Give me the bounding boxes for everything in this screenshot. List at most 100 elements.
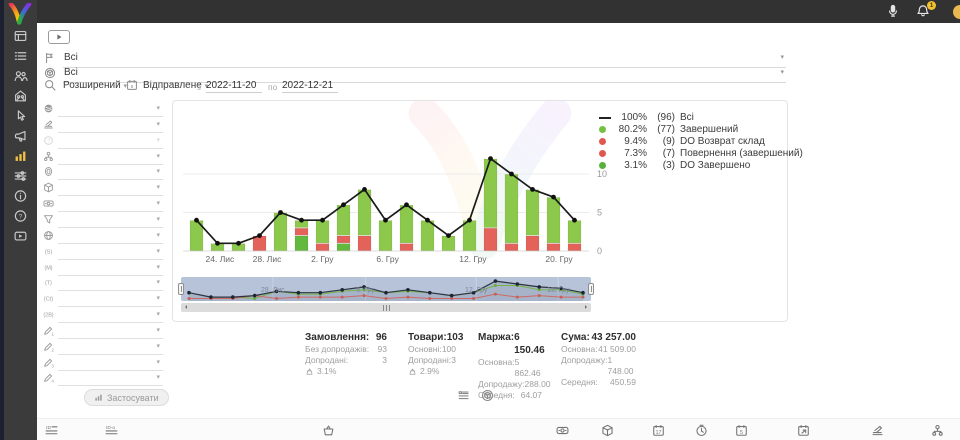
line-point[interactable]	[530, 187, 535, 192]
toolbar-id-card-icon[interactable]: ID-o	[105, 424, 118, 437]
bar-segment[interactable]	[463, 221, 476, 251]
toolbar-eye-badge-icon[interactable]	[556, 424, 569, 437]
date-from-input[interactable]: 2022-11-20	[206, 80, 262, 93]
filter-globe[interactable]: ▾	[43, 230, 165, 244]
line-point[interactable]	[551, 195, 556, 200]
bar-segment[interactable]	[337, 205, 350, 235]
bar-segment[interactable]	[400, 244, 413, 251]
bar-segment[interactable]	[295, 228, 308, 235]
toolbar-basket-icon[interactable]	[322, 424, 335, 437]
bar-segment[interactable]	[547, 244, 560, 251]
date-to-input[interactable]: 2022-12-21	[282, 80, 338, 93]
bar-segment[interactable]	[484, 228, 497, 250]
line-point[interactable]	[194, 218, 199, 223]
line-point[interactable]	[236, 241, 241, 246]
filter-pencil-4[interactable]: 4▾	[43, 372, 165, 386]
bar-segment[interactable]	[316, 221, 329, 243]
sidebar-item-support[interactable]: ?	[12, 209, 29, 223]
sidebar-item-panel[interactable]	[12, 29, 29, 43]
line-point[interactable]	[341, 202, 346, 207]
minimap-right-handle[interactable]	[588, 283, 594, 295]
sidebar-item-video[interactable]	[12, 229, 29, 243]
bar-segment[interactable]	[568, 221, 581, 243]
toolbar-stamp-icon[interactable]	[871, 424, 884, 437]
legend-item[interactable]: 7.3%(7)Повернення (завершений)	[599, 147, 803, 159]
toolbar-package-icon[interactable]	[601, 424, 614, 437]
bell-icon[interactable]: 1	[916, 4, 930, 18]
sidebar-item-store[interactable]	[12, 89, 29, 103]
filter-field-s[interactable]: {S}▾	[43, 246, 165, 260]
search-mode-select[interactable]: Розширений ▾	[63, 80, 127, 91]
toolbar-id-list-icon[interactable]: ID	[45, 424, 58, 437]
scroll-right-arrow[interactable]	[582, 303, 591, 312]
filter-field-2b[interactable]: {2B}▾	[43, 309, 165, 323]
filter-planet[interactable]: ▾	[43, 103, 165, 117]
bar-segment[interactable]	[442, 236, 455, 251]
filter-package[interactable]: ▾	[43, 182, 165, 196]
mic-icon[interactable]	[886, 4, 900, 18]
line-point[interactable]	[215, 241, 220, 246]
play-button[interactable]	[48, 30, 70, 44]
line-point[interactable]	[257, 233, 262, 238]
bar-segment[interactable]	[547, 198, 560, 243]
bar-segment[interactable]	[484, 159, 497, 228]
legend-item[interactable]: 80.2%(77)Завершений	[599, 124, 803, 136]
bar-segment[interactable]	[337, 244, 350, 251]
toggle-cube-icon[interactable]	[481, 389, 494, 402]
chart-minimap[interactable]: 28. Лис5. Гру12. Гру19. Гру	[181, 277, 591, 301]
line-point[interactable]	[572, 218, 577, 223]
legend-item[interactable]: 100%(96)Всі	[599, 112, 803, 124]
category-select[interactable]: Всі ▾	[44, 52, 788, 66]
line-point[interactable]	[278, 210, 283, 215]
line-point[interactable]	[467, 218, 472, 223]
bar-segment[interactable]	[358, 236, 371, 251]
filter-funnel[interactable]: ▾	[43, 214, 165, 228]
legend-item[interactable]: 3.1%(3)DO Завершено	[599, 159, 803, 171]
line-point[interactable]	[446, 233, 451, 238]
toolbar-calendar-17-icon[interactable]: 17	[652, 424, 665, 437]
bar-segment[interactable]	[568, 244, 581, 251]
line-point[interactable]	[320, 218, 325, 223]
line-point[interactable]	[383, 218, 388, 223]
minimap-left-handle[interactable]	[178, 283, 184, 295]
filter-field-m[interactable]: {M}▾	[43, 262, 165, 276]
toolbar-calendar-5-icon[interactable]: 5	[735, 424, 748, 437]
filter-pencil-2[interactable]: 2▾	[43, 341, 165, 355]
line-point[interactable]	[425, 218, 430, 223]
bar-segment[interactable]	[526, 190, 539, 235]
toolbar-calendar-export-icon[interactable]	[797, 424, 810, 437]
bar-segment[interactable]	[295, 236, 308, 251]
bar-segment[interactable]	[400, 205, 413, 243]
line-point[interactable]	[362, 187, 367, 192]
bar-segment[interactable]	[316, 244, 329, 251]
sidebar-item-info[interactable]	[12, 189, 29, 203]
bar-segment[interactable]	[526, 236, 539, 251]
filter-pencil-1[interactable]: 1▾	[43, 325, 165, 339]
filter-hierarchy[interactable]: ▾	[43, 151, 165, 165]
filter-field-ct[interactable]: {Ct}▾	[43, 293, 165, 307]
line-point[interactable]	[488, 156, 493, 161]
line-point[interactable]	[299, 218, 304, 223]
bar-segment[interactable]	[337, 236, 350, 243]
filter-eye-badge[interactable]: ▾	[43, 198, 165, 212]
toolbar-clock-icon[interactable]	[695, 424, 708, 437]
filter-pencil-3[interactable]: 3▾	[43, 357, 165, 371]
sidebar-item-pointer[interactable]	[12, 109, 29, 123]
legend-item[interactable]: 9.4%(9)DO Возврат склад	[599, 136, 803, 148]
chart-scrollbar[interactable]	[181, 303, 591, 312]
avatar-partial[interactable]	[953, 5, 960, 19]
bar-segment[interactable]	[505, 174, 518, 243]
filter-field-t[interactable]: {T}▾	[43, 277, 165, 291]
bar-segment[interactable]	[505, 244, 518, 251]
product-select[interactable]: Всі ▾	[44, 67, 788, 81]
scrollbar-grip[interactable]	[378, 305, 394, 311]
bar-segment[interactable]	[379, 221, 392, 251]
sidebar-item-chart[interactable]	[12, 149, 29, 163]
scroll-left-arrow[interactable]	[181, 303, 190, 312]
bar-segment[interactable]	[253, 236, 266, 251]
line-point[interactable]	[509, 172, 514, 177]
filter-stamp[interactable]: ▾	[43, 119, 165, 133]
filter-fingerprint[interactable]: ▾	[43, 166, 165, 180]
sidebar-item-megaphone[interactable]	[12, 129, 29, 143]
bar-segment[interactable]	[421, 221, 434, 251]
